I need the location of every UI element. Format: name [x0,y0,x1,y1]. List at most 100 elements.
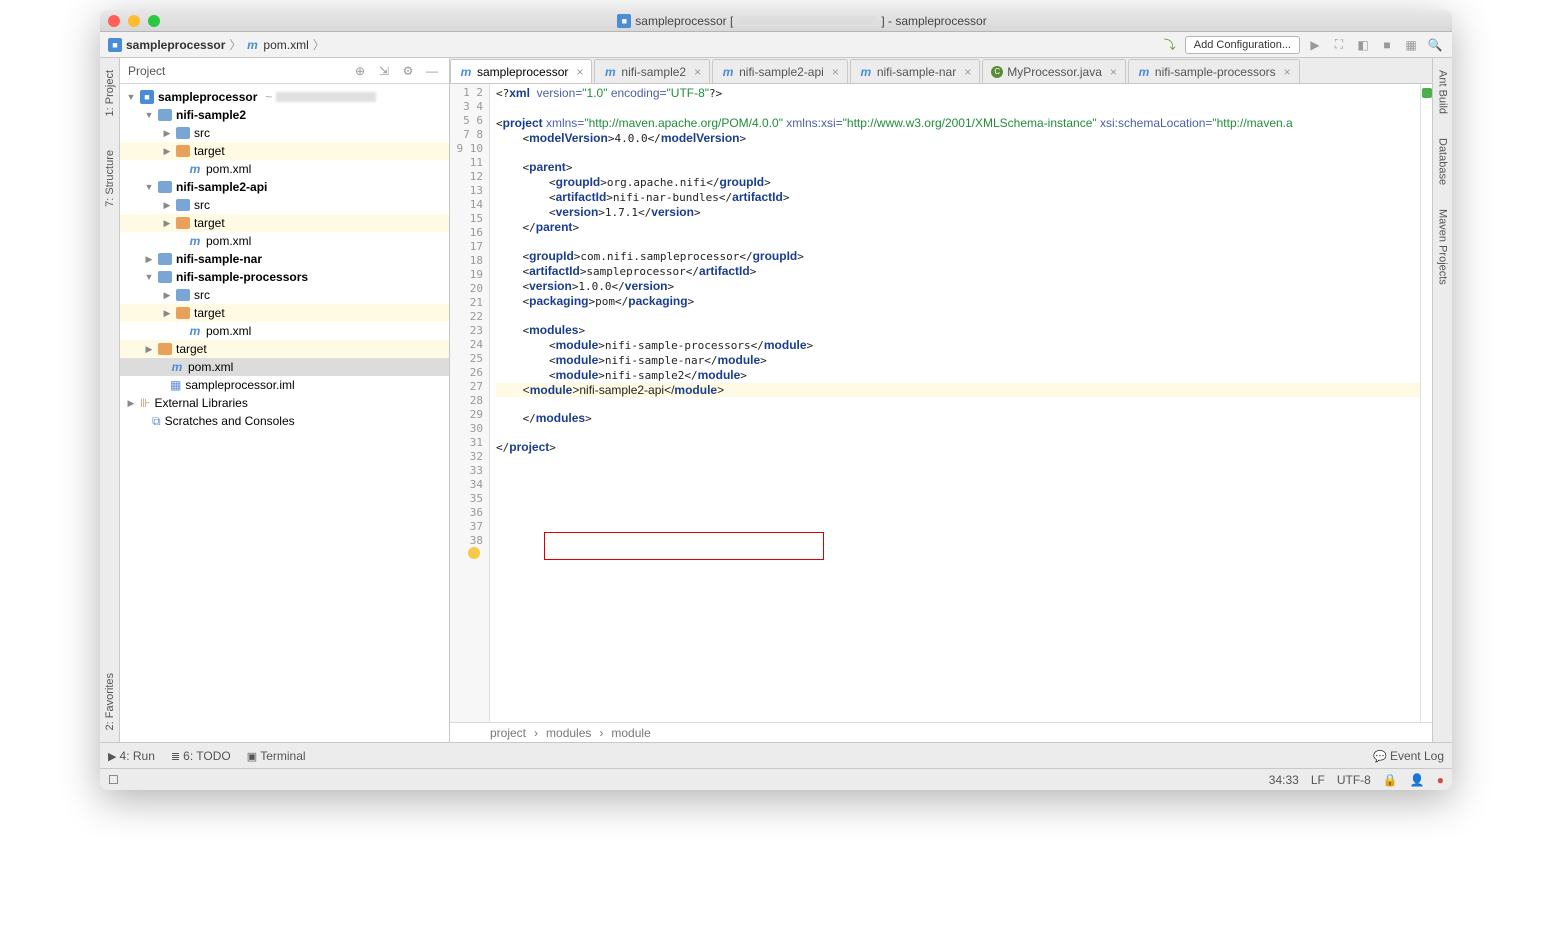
tree-module[interactable]: nifi-sample-processors [176,270,308,284]
close-tab-icon[interactable]: × [832,65,839,79]
tree-extlib[interactable]: External Libraries [154,396,247,410]
event-log-button[interactable]: 💬 Event Log [1373,749,1444,763]
folder-icon [158,181,172,193]
run-configuration-button[interactable]: Add Configuration... [1185,36,1300,54]
error-icon[interactable]: ● [1437,773,1444,787]
close-tab-icon[interactable]: × [576,65,583,79]
module-icon: ■ [140,90,154,104]
tree-src[interactable]: src [194,198,210,212]
module-icon: ■ [108,38,122,52]
tool-window-favorites[interactable]: 2: Favorites [104,671,116,732]
line-numbers: 1 2 3 4 5 6 7 8 9 10 11 12 13 14 15 16 1… [450,84,490,722]
tree-target[interactable]: target [194,306,225,320]
folder-icon [176,307,190,319]
incrumb-c[interactable]: module [611,726,650,740]
tree-target[interactable]: target [194,216,225,230]
tool-window-database[interactable]: Database [1437,136,1449,187]
lock-icon[interactable]: 🔒 [1383,773,1398,787]
tool-window-ant[interactable]: Ant Build [1437,68,1449,116]
maven-icon: m [188,324,202,338]
tree-scratch[interactable]: Scratches and Consoles [165,414,295,428]
close-window-icon[interactable] [108,15,120,27]
inspector-icon[interactable]: 👤 [1410,773,1425,787]
breadcrumb: ■ sampleprocessor 〉 m pom.xml 〉 [108,36,1161,53]
run-tool-window[interactable]: ▶ 4: Run [108,749,155,763]
gear-icon[interactable]: ⚙ [399,62,417,80]
maven-icon: m [245,38,259,52]
editor-tab[interactable]: mnifi-sample-nar× [850,59,980,83]
hide-panel-icon[interactable]: — [423,62,441,80]
code-editor[interactable]: <?xml version="1.0" encoding="UTF-8"?> <… [490,84,1420,722]
editor-tab[interactable]: mnifi-sample2-api× [712,59,848,83]
tool-window-project[interactable]: 1: Project [104,68,116,118]
tree-module[interactable]: nifi-sample2 [176,108,246,122]
folder-icon [176,145,190,157]
maximize-window-icon[interactable] [148,15,160,27]
panel-title[interactable]: Project [128,64,345,78]
cursor-position[interactable]: 34:33 [1269,773,1299,787]
tree-pom[interactable]: pom.xml [206,324,251,338]
incrumb-a[interactable]: project [490,726,526,740]
todo-tool-window[interactable]: ≣ 6: TODO [171,749,231,763]
run-icon[interactable]: ▶ [1306,36,1324,54]
editor-tabs: msampleprocessor×mnifi-sample2×mnifi-sam… [450,58,1432,84]
window-title: ■ sampleprocessor [ ] - sampleprocessor [160,14,1444,28]
stop-icon[interactable]: ■ [1378,36,1396,54]
build-icon[interactable]: ⤵ [1161,36,1179,54]
tree-module[interactable]: nifi-sample-nar [176,252,262,266]
terminal-tool-window[interactable]: ▣ Terminal [247,749,306,763]
expand-icon[interactable]: ⇲ [375,62,393,80]
close-tab-icon[interactable]: × [964,65,971,79]
status-icon[interactable]: ☐ [108,773,119,787]
coverage-icon[interactable]: ◧ [1354,36,1372,54]
folder-icon [176,289,190,301]
file-encoding[interactable]: UTF-8 [1337,773,1371,787]
statusbar: ☐ 34:33 LF UTF-8 🔒 👤 ● [100,768,1452,790]
incrumb-b[interactable]: modules [546,726,591,740]
tree-pom[interactable]: pom.xml [206,234,251,248]
tool-window-maven[interactable]: Maven Projects [1437,207,1449,287]
minimize-window-icon[interactable] [128,15,140,27]
chevron-right-icon: 〉 [313,36,325,53]
folder-icon [158,109,172,121]
project-tree[interactable]: ■sampleprocessor~ nifi-sample2 src targe… [120,84,449,742]
module-icon: ■ [617,14,631,28]
chevron-right-icon: 〉 [229,36,241,53]
tree-src[interactable]: src [194,288,210,302]
close-tab-icon[interactable]: × [1284,65,1291,79]
tree-target[interactable]: target [176,342,207,356]
tree-module[interactable]: nifi-sample2-api [176,180,267,194]
tree-pom[interactable]: pom.xml [206,162,251,176]
tree-pom-selected[interactable]: pom.xml [188,360,233,374]
locate-icon[interactable]: ⊕ [351,62,369,80]
line-ending[interactable]: LF [1311,773,1325,787]
breadcrumb-root[interactable]: sampleprocessor [126,38,225,52]
tree-iml[interactable]: sampleprocessor.iml [185,378,294,392]
close-tab-icon[interactable]: × [694,65,701,79]
debug-icon[interactable]: ⛶ [1330,36,1348,54]
lib-icon: ⊪ [140,396,150,410]
analysis-ok-icon [1422,88,1432,98]
folder-icon [158,271,172,283]
layout-icon[interactable]: ▦ [1402,36,1420,54]
folder-icon [176,127,190,139]
folder-icon [158,253,172,265]
tool-window-structure[interactable]: 7: Structure [104,148,116,209]
titlebar: ■ sampleprocessor [ ] - sampleprocessor [100,10,1452,32]
project-panel: Project ⊕ ⇲ ⚙ — ■sampleprocessor~ nifi-s… [120,58,450,742]
editor-status-rail [1420,84,1432,722]
folder-icon [176,217,190,229]
maven-icon: m [188,234,202,248]
editor-tab[interactable]: mnifi-sample2× [594,59,710,83]
redacted-path [737,16,877,26]
search-icon[interactable]: 🔍 [1426,36,1444,54]
tree-root[interactable]: sampleprocessor [158,90,257,104]
scratch-icon: ⧉ [152,414,161,429]
editor-tab[interactable]: mnifi-sample-processors× [1128,59,1300,83]
tree-target[interactable]: target [194,144,225,158]
editor-tab[interactable]: CMyProcessor.java× [982,59,1126,83]
breadcrumb-file[interactable]: pom.xml [263,38,308,52]
close-tab-icon[interactable]: × [1110,65,1117,79]
tree-src[interactable]: src [194,126,210,140]
editor-tab[interactable]: msampleprocessor× [450,59,592,83]
